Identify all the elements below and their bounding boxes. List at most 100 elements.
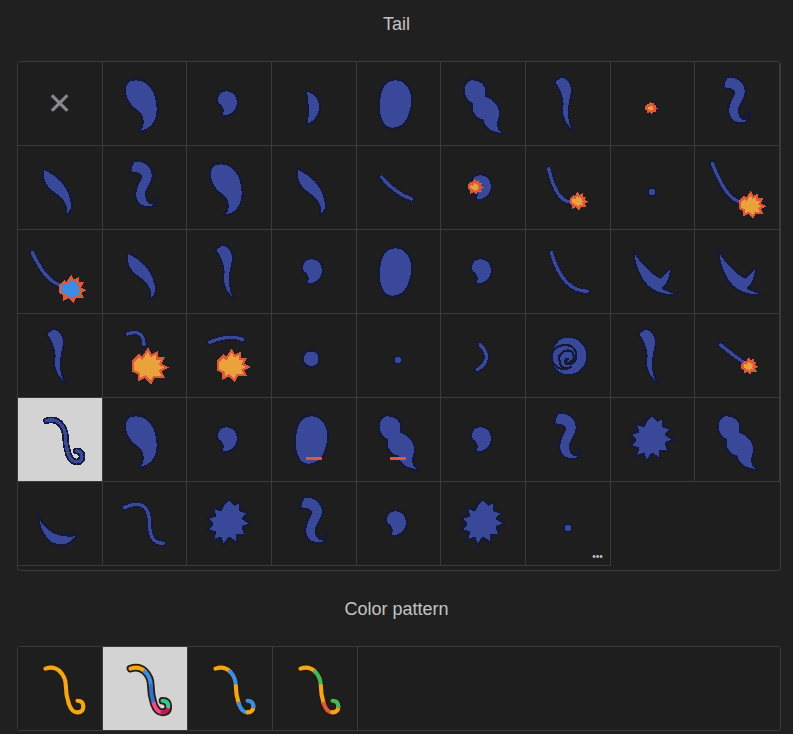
tail-title: Tail: [0, 11, 793, 37]
color-pattern-option[interactable]: [188, 647, 273, 730]
tail-option[interactable]: •••: [526, 482, 611, 566]
tail-option[interactable]: [272, 146, 357, 230]
tail-icon: [196, 239, 262, 305]
tail-option[interactable]: [695, 314, 780, 398]
tail-grid: ✕ •••: [17, 61, 781, 571]
tail-option[interactable]: [103, 230, 188, 314]
tail-icon: [196, 71, 262, 137]
tail-icon: [281, 323, 347, 389]
tail-icon: [535, 239, 601, 305]
tail-option[interactable]: [272, 62, 357, 146]
tail-option[interactable]: [187, 146, 272, 230]
tail-icon: [619, 239, 685, 305]
tail-option[interactable]: [187, 230, 272, 314]
tail-option[interactable]: [103, 146, 188, 230]
color-pattern-grid: [17, 646, 781, 731]
tail-icon: [365, 155, 431, 221]
tail-icon: [111, 323, 177, 389]
tail-option[interactable]: [103, 62, 188, 146]
tail-option[interactable]: [357, 230, 442, 314]
tail-option[interactable]: [18, 482, 103, 566]
color-pattern-icon: [25, 654, 95, 724]
tail-option[interactable]: [526, 146, 611, 230]
tail-option[interactable]: [695, 62, 780, 146]
tail-option[interactable]: [103, 314, 188, 398]
tail-icon: [365, 491, 431, 557]
tail-icon: [704, 323, 770, 389]
tail-icon: [704, 71, 770, 137]
tail-option[interactable]: [357, 398, 442, 482]
color-pattern-icon: [195, 654, 265, 724]
tail-icon: [111, 407, 177, 473]
tail-icon: [704, 155, 770, 221]
color-pattern-icon: [110, 654, 180, 724]
tail-icon: [281, 491, 347, 557]
tail-option[interactable]: [357, 314, 442, 398]
tail-option[interactable]: [441, 398, 526, 482]
tail-icon: [535, 71, 601, 137]
tail-icon: [27, 407, 93, 473]
tail-icon: [27, 239, 93, 305]
tail-option[interactable]: [187, 314, 272, 398]
tail-icon: [281, 71, 347, 137]
color-pattern-option[interactable]: [18, 647, 103, 730]
tail-option[interactable]: [611, 62, 696, 146]
tail-icon: [111, 71, 177, 137]
tail-option[interactable]: [18, 146, 103, 230]
tail-icon: [619, 71, 685, 137]
tail-option[interactable]: [441, 314, 526, 398]
tail-option[interactable]: [611, 398, 696, 482]
tail-option[interactable]: [695, 230, 780, 314]
tail-option[interactable]: [18, 398, 103, 482]
tail-icon: [450, 407, 516, 473]
tail-option[interactable]: [611, 230, 696, 314]
tail-icon: [450, 491, 516, 557]
tail-option[interactable]: [441, 62, 526, 146]
tail-option[interactable]: [272, 482, 357, 566]
tail-option[interactable]: [441, 230, 526, 314]
color-pattern-option[interactable]: [103, 647, 188, 730]
tail-option[interactable]: [272, 230, 357, 314]
tail-icon: [535, 407, 601, 473]
tail-option[interactable]: [357, 62, 442, 146]
tail-option[interactable]: [526, 230, 611, 314]
tail-option[interactable]: [103, 482, 188, 566]
tail-icon: [365, 323, 431, 389]
tail-option[interactable]: [187, 62, 272, 146]
tail-icon: [196, 407, 262, 473]
tail-option[interactable]: [526, 314, 611, 398]
color-pattern-option[interactable]: [273, 647, 358, 730]
tail-option[interactable]: [357, 482, 442, 566]
tail-option[interactable]: [441, 482, 526, 566]
tail-icon: [27, 323, 93, 389]
tail-icon: [704, 239, 770, 305]
tail-option[interactable]: [695, 146, 780, 230]
tail-option[interactable]: [103, 398, 188, 482]
tail-option[interactable]: [526, 398, 611, 482]
tail-option[interactable]: [611, 314, 696, 398]
tail-icon: [365, 239, 431, 305]
tail-icon: [196, 491, 262, 557]
tail-option[interactable]: [441, 146, 526, 230]
tail-option[interactable]: [272, 398, 357, 482]
more-indicator: •••: [592, 551, 603, 563]
tail-icon: [111, 239, 177, 305]
tail-icon: [704, 407, 770, 473]
tail-option[interactable]: [611, 146, 696, 230]
tail-icon: [111, 491, 177, 557]
color-pattern-icon: [280, 654, 350, 724]
tail-option[interactable]: ✕: [18, 62, 103, 146]
tail-icon: [281, 407, 347, 473]
tail-option[interactable]: [18, 314, 103, 398]
tail-option[interactable]: [187, 398, 272, 482]
tail-option[interactable]: [187, 482, 272, 566]
tail-option[interactable]: [526, 62, 611, 146]
tail-icon: [450, 239, 516, 305]
tail-option[interactable]: [695, 398, 780, 482]
tail-icon: [535, 155, 601, 221]
tail-option[interactable]: [18, 230, 103, 314]
appearance-panel: Tail✕•••Color pattern: [0, 0, 793, 734]
tail-icon: [281, 155, 347, 221]
tail-option[interactable]: [272, 314, 357, 398]
tail-option[interactable]: [357, 146, 442, 230]
